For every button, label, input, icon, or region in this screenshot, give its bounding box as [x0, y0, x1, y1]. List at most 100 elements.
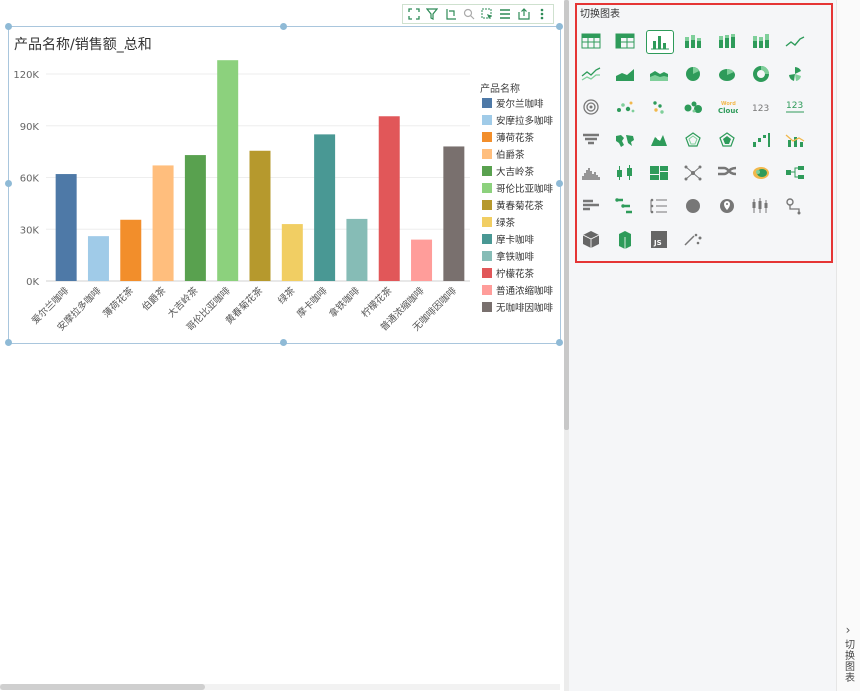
chart-type-bar-icon[interactable] — [578, 195, 604, 217]
x-tick-label: 薄荷花茶 — [101, 284, 137, 320]
chart-type-js-chart-icon[interactable]: JS — [646, 228, 672, 250]
chart-type-route-map-icon[interactable] — [782, 195, 808, 217]
chart-type-treemap-icon[interactable] — [646, 162, 672, 184]
legend-label: 大吉岭茶 — [496, 166, 535, 178]
legend-label: 绿茶 — [496, 217, 516, 229]
chevron-right-icon: › — [845, 623, 851, 637]
chart-type-radar-icon[interactable] — [680, 129, 706, 151]
chart-type-bar-line-icon[interactable] — [782, 129, 808, 151]
chart-type-rose-icon[interactable] — [782, 63, 808, 85]
chart-type-heat-map-icon[interactable] — [748, 162, 774, 184]
chart-type-geo-point-icon[interactable] — [714, 195, 740, 217]
bar — [120, 219, 142, 281]
y-tick-label: 60K — [20, 174, 40, 185]
bar — [281, 224, 303, 281]
chart-type-donut-icon[interactable] — [748, 63, 774, 85]
svg-text:JS: JS — [653, 239, 662, 247]
svg-text:123: 123 — [752, 104, 769, 114]
chart-type-sankey-icon[interactable] — [714, 162, 740, 184]
bar — [87, 236, 109, 281]
legend-label: 普通浓缩咖啡 — [496, 285, 554, 297]
chart-type-histogram-icon[interactable] — [578, 162, 604, 184]
legend-swatch — [482, 234, 492, 244]
legend-label: 拿铁咖啡 — [496, 251, 535, 263]
chart-type-column-icon[interactable] — [646, 30, 674, 54]
chart-type-gantt-icon[interactable] — [612, 195, 638, 217]
chart-type-percent-column-icon[interactable] — [714, 30, 740, 52]
chart-type-table-icon[interactable] — [578, 30, 604, 52]
chart-type-multi-kpi-icon[interactable]: 123 — [782, 96, 808, 118]
panel-toggle[interactable]: › 切换图表 — [840, 623, 856, 689]
legend-swatch — [482, 268, 492, 278]
chart-type-world-map-icon[interactable] — [612, 129, 638, 151]
chart-type-grouped-column-icon[interactable] — [748, 30, 774, 52]
panel-toggle-label: 切换图表 — [842, 639, 854, 683]
x-tick-label: 绿茶 — [275, 284, 297, 306]
bar — [184, 155, 206, 281]
chart-type-radial-icon[interactable] — [578, 96, 604, 118]
chart-type-stacked-column-icon[interactable] — [680, 30, 706, 52]
chart-type-bubble-scatter-icon[interactable] — [612, 96, 638, 118]
chart-type-line-icon[interactable] — [782, 30, 808, 52]
chart-type-point-map-icon[interactable] — [680, 195, 706, 217]
legend-swatch — [482, 285, 492, 295]
legend-swatch — [482, 217, 492, 227]
legend-label: 伯爵茶 — [496, 149, 525, 161]
chart-type-boxplot-icon[interactable] — [612, 162, 638, 184]
x-tick-label: 摩卡咖啡 — [294, 284, 330, 320]
legend-label: 黄春菊花茶 — [496, 200, 544, 212]
chart-type-ellipse-pie-icon[interactable] — [714, 63, 740, 85]
bar — [411, 239, 433, 281]
chart-type-geo-map-icon[interactable] — [646, 129, 672, 151]
bar — [378, 116, 400, 281]
horizontal-scroll-thumb[interactable] — [0, 684, 205, 690]
chart-type-waterfall-icon[interactable] — [748, 129, 774, 151]
y-tick-label: 120K — [13, 70, 39, 81]
legend-swatch — [482, 200, 492, 210]
chart-type-pie-icon[interactable] — [680, 63, 706, 85]
legend-label: 无咖啡因咖啡 — [496, 302, 554, 314]
chart-type-bubble-icon[interactable] — [680, 96, 706, 118]
horizontal-scrollbar[interactable] — [0, 684, 560, 690]
chart-type-candlestick-icon[interactable] — [748, 195, 774, 217]
chart-type-filled-radar-icon[interactable] — [714, 129, 740, 151]
chart-type-funnel-icon[interactable] — [578, 129, 604, 151]
x-tick-label: 拿铁咖啡 — [327, 284, 363, 320]
svg-text:123: 123 — [786, 101, 803, 111]
legend-label: 安摩拉多咖啡 — [496, 115, 554, 127]
bar — [314, 134, 336, 281]
legend-title: 产品名称 — [480, 82, 520, 95]
legend-label: 柠檬花茶 — [496, 268, 535, 280]
bar — [443, 146, 465, 281]
legend-label: 薄荷花茶 — [496, 132, 535, 144]
bar — [55, 174, 77, 281]
chart-type-tree-icon[interactable] — [782, 162, 808, 184]
chart-type-cube-icon[interactable] — [578, 228, 604, 250]
chart-type-multi-line-icon[interactable] — [578, 63, 604, 85]
chart-type-network-icon[interactable] — [680, 162, 706, 184]
chart-type-particle-icon[interactable] — [680, 228, 706, 250]
legend-swatch — [482, 302, 492, 312]
chart-type-kpi-icon[interactable]: 123 — [748, 96, 774, 118]
legend-swatch — [482, 98, 492, 108]
chart-type-area-icon[interactable] — [612, 63, 638, 85]
svg-text:Cloud: Cloud — [718, 107, 738, 115]
chart-type-stacked-area-icon[interactable] — [646, 63, 672, 85]
side-strip — [836, 0, 860, 691]
legend-swatch — [482, 132, 492, 142]
chart-type-scatter-icon[interactable] — [646, 96, 672, 118]
chart-type-crosstab-icon[interactable] — [612, 30, 638, 52]
y-tick-label: 90K — [20, 122, 40, 133]
legend-label: 哥伦比亚咖啡 — [496, 183, 554, 195]
bar-chart: 0K30K60K90K120K爱尔兰咖啡安摩拉多咖啡薄荷花茶 伯爵茶大吉岭茶哥伦比… — [13, 60, 554, 333]
chart-type-word-cloud-icon[interactable]: Word Cloud — [714, 96, 740, 118]
legend-swatch — [482, 251, 492, 261]
bar — [346, 218, 368, 281]
chart-type-grid: Word Cloud 123 123 JS — [578, 30, 816, 261]
legend-swatch — [482, 149, 492, 159]
chart-type-3d-column-icon[interactable] — [612, 228, 638, 250]
legend-label: 摩卡咖啡 — [496, 234, 535, 246]
chart-type-dot-list-icon[interactable] — [646, 195, 672, 217]
y-tick-label: 30K — [20, 225, 40, 236]
legend-swatch — [482, 166, 492, 176]
